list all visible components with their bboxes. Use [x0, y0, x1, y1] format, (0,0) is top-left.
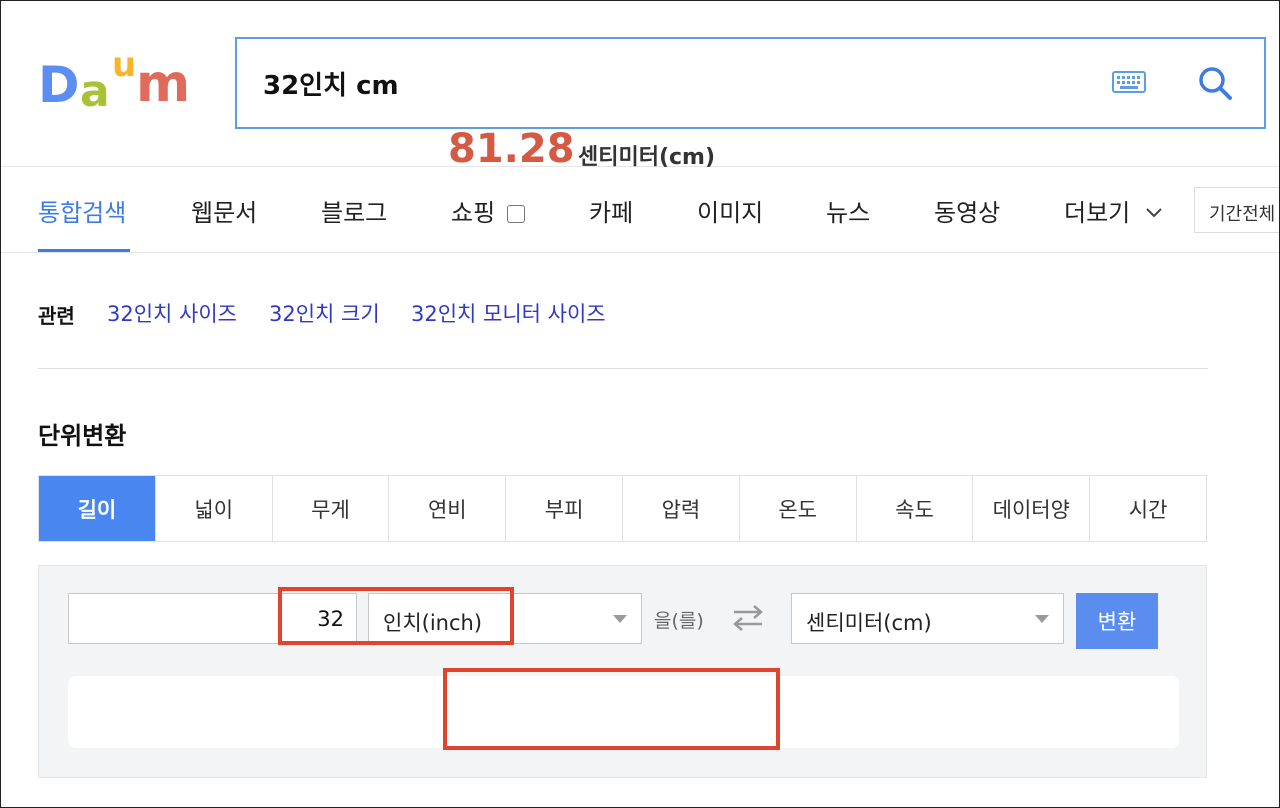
tab-more-label: 더보기	[1064, 199, 1131, 227]
daum-logo[interactable]: D a u m	[36, 48, 200, 118]
shopping-icon	[506, 205, 525, 223]
tab-videos[interactable]: 동영상	[934, 193, 1000, 228]
tab-web-documents[interactable]: 웹문서	[191, 193, 257, 228]
search-tabs: 통합검색 웹문서 블로그 쇼핑 카페 이미지 뉴스 동영상 더보기	[0, 167, 1280, 253]
unit-tab-length[interactable]: 길이	[39, 476, 156, 541]
unit-converter-title: 단위변환	[38, 422, 127, 450]
amount-input[interactable]	[68, 593, 357, 644]
tab-shopping-label: 쇼핑	[451, 199, 496, 227]
search-icon[interactable]	[1197, 65, 1233, 101]
unit-tab-pressure[interactable]: 압력	[622, 476, 740, 541]
from-unit-value: 인치(inch)	[383, 611, 483, 635]
tab-news[interactable]: 뉴스	[826, 193, 870, 228]
chevron-down-icon	[1146, 208, 1162, 218]
caret-down-icon	[1035, 615, 1049, 623]
swap-icon[interactable]	[731, 604, 765, 632]
result-value: 81.28	[448, 126, 575, 172]
logo-letter-d: D	[38, 56, 80, 114]
unit-tab-fuel-efficiency[interactable]: 연비	[389, 476, 507, 541]
unit-tab-data[interactable]: 데이터양	[973, 476, 1091, 541]
unit-tab-area[interactable]: 넓이	[155, 476, 273, 541]
unit-tab-weight[interactable]: 무게	[272, 476, 390, 541]
logo-letter-u: u	[112, 45, 137, 85]
keyboard-icon[interactable]	[1112, 71, 1146, 93]
tab-shopping[interactable]: 쇼핑	[451, 193, 525, 228]
logo-letter-a: a	[80, 66, 110, 117]
related-link[interactable]: 32인치 사이즈	[107, 298, 237, 328]
related-label: 관련	[38, 304, 75, 328]
particle-label: 을(를)	[654, 610, 704, 632]
unit-tab-speed[interactable]: 속도	[856, 476, 974, 541]
tab-blog[interactable]: 블로그	[321, 193, 387, 228]
tab-images[interactable]: 이미지	[697, 193, 763, 228]
result-box	[68, 676, 1179, 748]
tabs-divider	[0, 252, 1280, 253]
tab-more[interactable]: 더보기	[1064, 193, 1164, 228]
tab-integrated-search[interactable]: 통합검색	[38, 193, 126, 228]
to-unit-value: 센티미터(cm)	[806, 611, 932, 635]
logo-letter-m: m	[136, 54, 191, 114]
caret-down-icon	[613, 615, 627, 623]
related-link[interactable]: 32인치 크기	[269, 298, 380, 328]
search-input[interactable]	[263, 61, 1083, 105]
unit-tab-temperature[interactable]: 온도	[739, 476, 857, 541]
unit-category-tabs: 길이 넓이 무게 연비 부피 압력 온도 속도 데이터양 시간	[38, 475, 1207, 542]
section-divider	[38, 368, 1208, 369]
search-box	[235, 37, 1266, 129]
result-unit: 센티미터(cm)	[578, 145, 716, 170]
converter-panel: 인치(inch) 을(를) 센티미터(cm) 변환	[38, 565, 1207, 778]
tab-cafe[interactable]: 카페	[589, 193, 633, 228]
period-filter-select[interactable]: 기간전체	[1194, 187, 1280, 233]
convert-button[interactable]: 변환	[1076, 593, 1158, 649]
related-link[interactable]: 32인치 모니터 사이즈	[411, 298, 606, 328]
from-unit-select[interactable]: 인치(inch)	[368, 593, 642, 644]
unit-tab-volume[interactable]: 부피	[506, 476, 623, 541]
unit-tab-time[interactable]: 시간	[1090, 476, 1206, 541]
to-unit-select[interactable]: 센티미터(cm)	[791, 593, 1064, 644]
